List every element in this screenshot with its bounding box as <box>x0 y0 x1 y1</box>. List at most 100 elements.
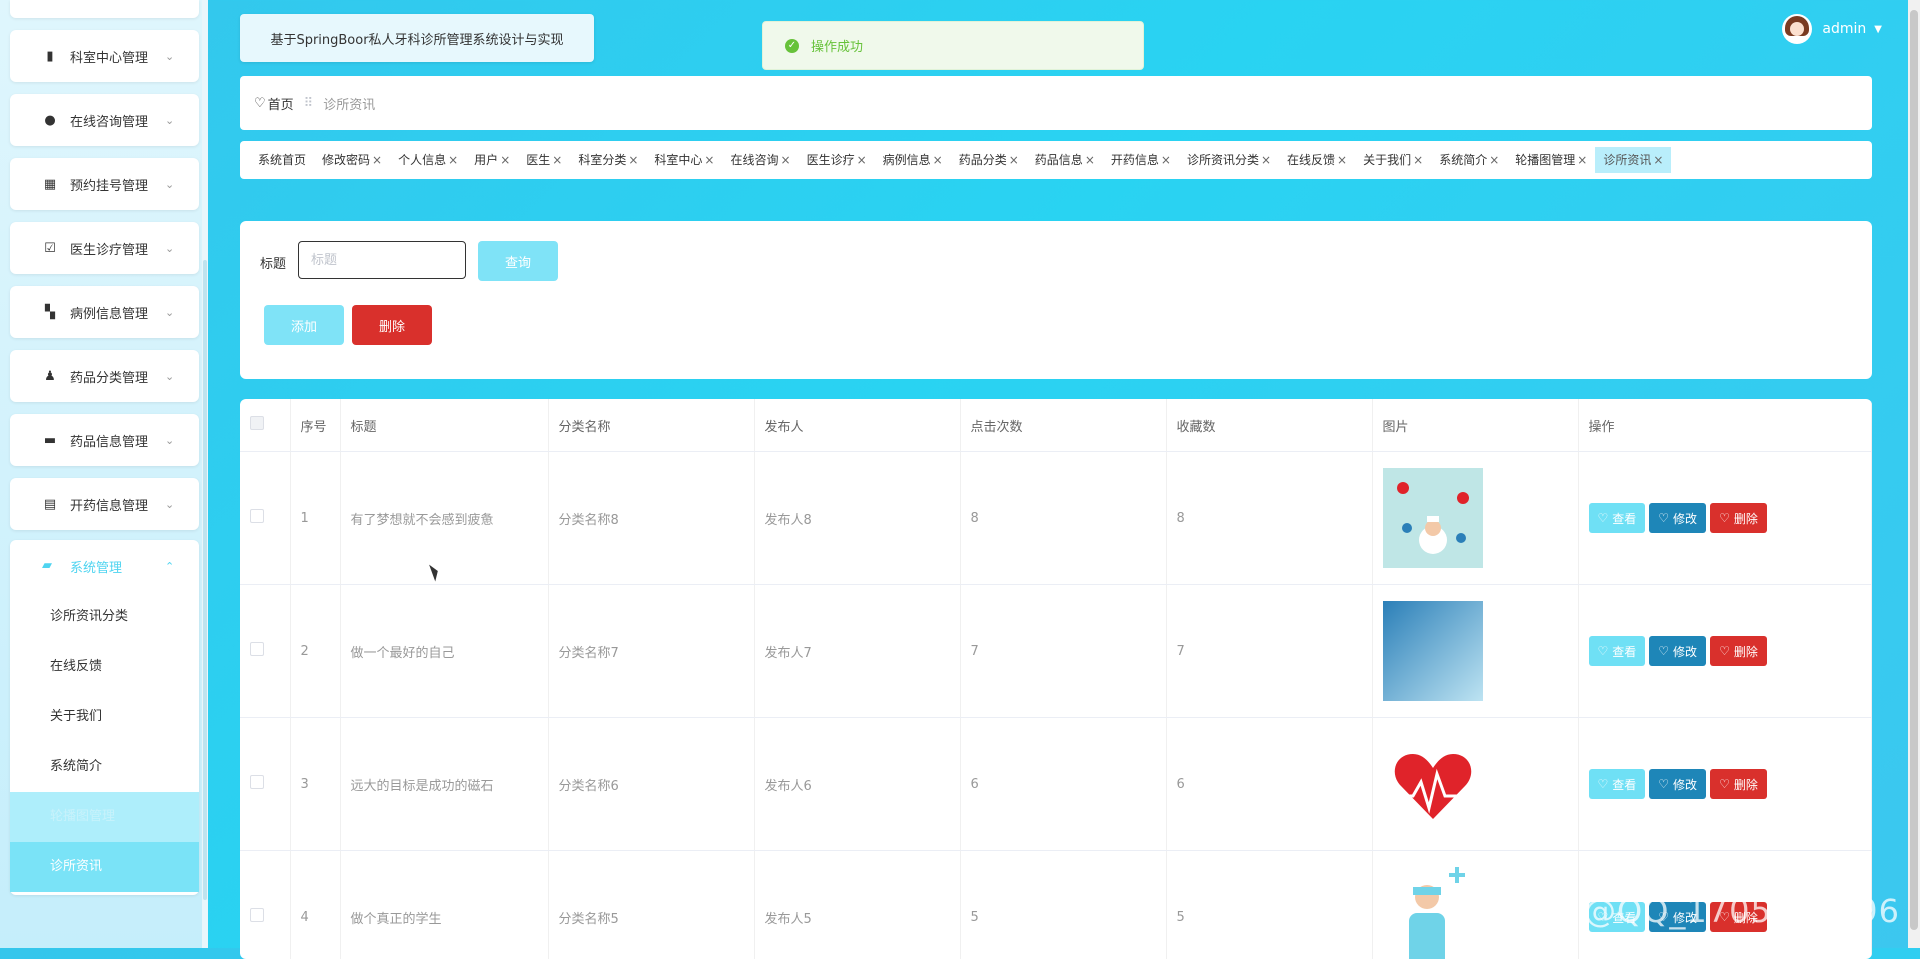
view-button[interactable]: ♡查看 <box>1589 503 1646 533</box>
row-checkbox[interactable] <box>250 908 264 922</box>
clipboard-check-icon: ☑ <box>42 240 58 256</box>
sidebar-item-department-center[interactable]: ▮ 科室中心管理 ⌄ <box>10 30 199 82</box>
tag-item[interactable]: 医生× <box>518 147 570 173</box>
tag-label: 病例信息 <box>883 153 931 167</box>
sidebar-subitem-carousel[interactable]: 轮播图管理 <box>10 792 199 842</box>
tag-item[interactable]: 诊所资讯分类× <box>1179 147 1279 173</box>
edit-button[interactable]: ♡修改 <box>1649 503 1706 533</box>
close-icon[interactable]: × <box>1413 153 1423 167</box>
batch-delete-button[interactable]: 删除 <box>352 305 432 345</box>
user-menu[interactable]: admin ▼ <box>1782 14 1882 44</box>
tag-item[interactable]: 用户× <box>466 147 518 173</box>
search-panel: 标题 查询 添加 删除 <box>240 221 1872 379</box>
tag-item[interactable]: 关于我们× <box>1355 147 1431 173</box>
tag-item[interactable]: 在线咨询× <box>722 147 798 173</box>
cell-category: 分类名称5 <box>548 851 754 959</box>
sidebar-item-drug-category[interactable]: ♟ 药品分类管理 ⌄ <box>10 350 199 402</box>
tag-item[interactable]: 科室分类× <box>570 147 646 173</box>
chevron-down-icon: ⌄ <box>165 242 179 255</box>
dashboard-icon: ▚ <box>42 304 58 320</box>
edit-button[interactable]: ♡修改 <box>1649 769 1706 799</box>
close-icon[interactable]: × <box>448 153 458 167</box>
sidebar-subitem-feedback[interactable]: 在线反馈 <box>10 642 199 692</box>
tag-item[interactable]: 系统简介× <box>1431 147 1507 173</box>
tag-item[interactable]: 在线反馈× <box>1279 147 1355 173</box>
sidebar-item-label: 开药信息管理 <box>70 495 165 514</box>
close-icon[interactable]: × <box>1261 153 1271 167</box>
tag-item[interactable]: 药品分类× <box>951 147 1027 173</box>
tag-item[interactable]: 病例信息× <box>875 147 951 173</box>
heart-icon: ♡ <box>1598 777 1609 791</box>
close-icon[interactable]: × <box>372 153 382 167</box>
sidebar: ▮ 科室中心管理 ⌄ ● 在线咨询管理 ⌄ ▦ 预约挂号管理 ⌄ ☑ 医生诊疗管… <box>0 0 208 948</box>
close-icon[interactable]: × <box>781 153 791 167</box>
tag-item[interactable]: 科室中心× <box>646 147 722 173</box>
row-select-cell <box>240 851 290 959</box>
tag-label: 在线反馈 <box>1287 153 1335 167</box>
column-header: 图片 <box>1372 399 1578 452</box>
table-header-row: 序号 标题 分类名称 发布人 点击次数 收藏数 图片 操作 <box>240 399 1872 452</box>
tag-item[interactable]: 系统首页 <box>250 147 314 173</box>
close-icon[interactable]: × <box>628 153 638 167</box>
heart-icon: ♡ <box>254 96 266 111</box>
close-icon[interactable]: × <box>1009 153 1019 167</box>
close-icon[interactable]: × <box>1577 153 1587 167</box>
row-checkbox[interactable] <box>250 509 264 523</box>
view-button[interactable]: ♡查看 <box>1589 769 1646 799</box>
breadcrumb-home[interactable]: ♡ 首页 <box>254 94 294 113</box>
close-icon[interactable]: × <box>1161 153 1171 167</box>
edit-button-label: 修改 <box>1673 643 1697 660</box>
page-scrollbar-thumb[interactable] <box>1910 10 1918 930</box>
app-title: 基于SpringBoor私人牙科诊所管理系统设计与实现 <box>240 14 594 62</box>
delete-button[interactable]: ♡删除 <box>1710 636 1767 666</box>
heart-icon: ♡ <box>1658 644 1669 658</box>
sidebar-item-prescription[interactable]: ▤ 开药信息管理 ⌄ <box>10 478 199 530</box>
add-button[interactable]: 添加 <box>264 305 344 345</box>
sidebar-scrollbar[interactable] <box>202 0 208 948</box>
close-icon[interactable]: × <box>500 153 510 167</box>
close-icon[interactable]: × <box>857 153 867 167</box>
tag-label: 医生诊疗 <box>807 153 855 167</box>
sidebar-item-label: 医生诊疗管理 <box>70 239 165 258</box>
title-search-input[interactable] <box>298 241 466 279</box>
tag-item[interactable]: 轮播图管理× <box>1507 147 1595 173</box>
tag-item[interactable]: 诊所资讯× <box>1595 147 1671 173</box>
tag-item[interactable]: 医生诊疗× <box>799 147 875 173</box>
sidebar-item-online-consult[interactable]: ● 在线咨询管理 ⌄ <box>10 94 199 146</box>
tag-item[interactable]: 修改密码× <box>314 147 390 173</box>
tag-label: 开药信息 <box>1111 153 1159 167</box>
view-button[interactable]: ♡查看 <box>1589 636 1646 666</box>
edit-button[interactable]: ♡ 修改 <box>1649 636 1706 666</box>
close-icon[interactable]: × <box>1653 153 1663 167</box>
sidebar-item-appointment[interactable]: ▦ 预约挂号管理 ⌄ <box>10 158 199 210</box>
page-scrollbar[interactable] <box>1908 0 1920 948</box>
query-button[interactable]: 查询 <box>478 241 558 281</box>
sidebar-subitem-clinic-news[interactable]: 诊所资讯 <box>10 842 199 892</box>
sidebar-subitem-about-us[interactable]: 关于我们 <box>10 692 199 742</box>
row-checkbox[interactable] <box>250 642 264 656</box>
sidebar-item-case-info[interactable]: ▚ 病例信息管理 ⌄ <box>10 286 199 338</box>
sidebar-subitem-news-category[interactable]: 诊所资讯分类 <box>10 592 199 642</box>
delete-button[interactable]: ♡删除 <box>1710 503 1767 533</box>
tag-item[interactable]: 个人信息× <box>390 147 466 173</box>
close-icon[interactable]: × <box>704 153 714 167</box>
delete-button[interactable]: ♡删除 <box>1710 769 1767 799</box>
close-icon[interactable]: × <box>1337 153 1347 167</box>
view-button-label: 查看 <box>1612 510 1636 527</box>
row-checkbox[interactable] <box>250 775 264 789</box>
select-all-checkbox[interactable] <box>250 416 264 430</box>
tag-item[interactable]: 药品信息× <box>1027 147 1103 173</box>
close-icon[interactable]: × <box>933 153 943 167</box>
close-icon[interactable]: × <box>1489 153 1499 167</box>
sidebar-item-drug-info[interactable]: ▬ 药品信息管理 ⌄ <box>10 414 199 466</box>
news-thumbnail <box>1383 734 1483 834</box>
close-icon[interactable]: × <box>1085 153 1095 167</box>
breadcrumb-current: 诊所资讯 <box>323 94 375 113</box>
sidebar-item-system[interactable]: ▰ 系统管理 ⌃ <box>10 540 199 592</box>
sidebar-scrollbar-thumb[interactable] <box>203 260 207 900</box>
sidebar-subitem-system-intro[interactable]: 系统简介 <box>10 742 199 792</box>
close-icon[interactable]: × <box>552 153 562 167</box>
avatar[interactable] <box>1782 14 1812 44</box>
tag-item[interactable]: 开药信息× <box>1103 147 1179 173</box>
sidebar-item-doctor-treatment[interactable]: ☑ 医生诊疗管理 ⌄ <box>10 222 199 274</box>
